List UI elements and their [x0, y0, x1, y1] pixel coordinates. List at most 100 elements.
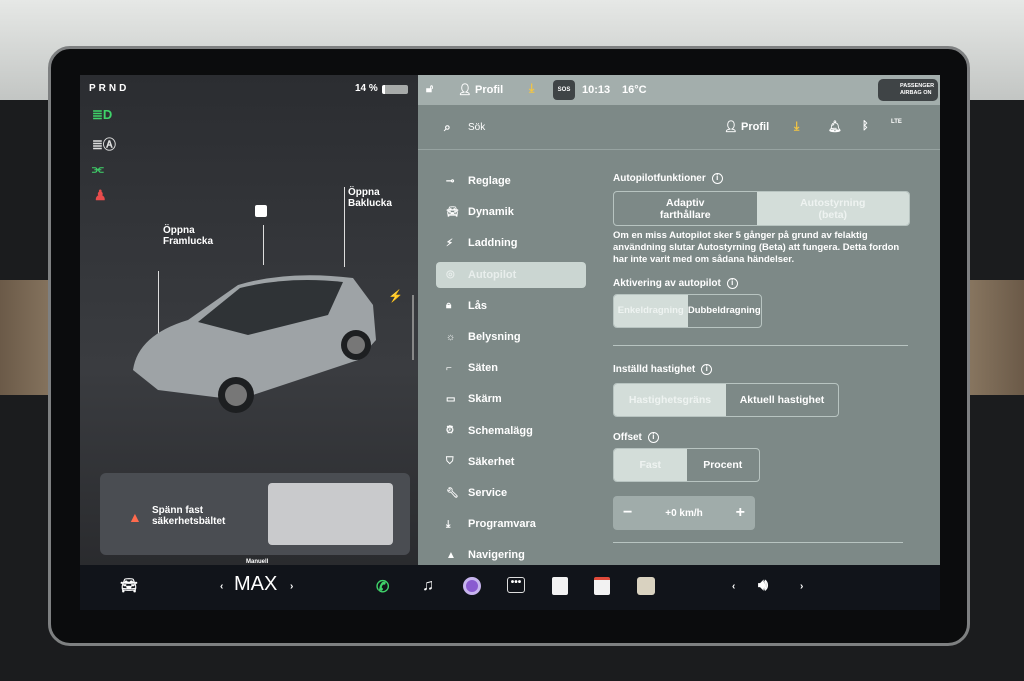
- car-icon: 🚘︎: [446, 206, 459, 218]
- download-icon[interactable]: ⤓: [794, 119, 799, 134]
- charge-port-icon[interactable]: ⚡: [388, 289, 403, 303]
- lock-icon[interactable]: 🔓︎: [426, 83, 433, 96]
- menu-item-label: Schemalägg: [468, 424, 533, 437]
- menu-item-3[interactable]: ◎ Autopilot: [436, 261, 586, 288]
- gear-indicator: PRND: [89, 83, 130, 94]
- bell-icon[interactable]: 🔔︎: [828, 120, 842, 133]
- passenger-airbag-indicator: PASSENGER AIRBAG ON: [878, 79, 938, 101]
- activation-label: Aktivering av autopilot i: [613, 278, 738, 289]
- features-selector: Adaptiv farthållare Autostyrning (beta): [613, 191, 910, 226]
- profile-status-button[interactable]: 👤︎ Profil: [458, 83, 503, 96]
- scrollbar[interactable]: [412, 295, 414, 360]
- open-frunk-button[interactable]: Öppna Framlucka: [163, 225, 233, 247]
- outside-temperature: 16°C: [622, 84, 647, 96]
- menu-item-10[interactable]: 🔧︎ Service: [436, 480, 586, 506]
- menu-item-label: Dynamik: [468, 206, 514, 219]
- bolt-icon: ⚡︎: [446, 237, 454, 249]
- info-icon[interactable]: i: [647, 432, 659, 443]
- volume-icon[interactable]: 🔊︎: [758, 577, 768, 595]
- callout-line: [263, 225, 264, 265]
- volume-increase-button[interactable]: ›: [800, 581, 803, 592]
- fog-light-icon: ⫘: [92, 161, 104, 176]
- offset-label: Offset i: [613, 432, 659, 443]
- profile-label: Profil: [741, 121, 770, 133]
- search-icon[interactable]: ⌕: [444, 120, 451, 135]
- menu-item-9[interactable]: ⛉ Säkerhet: [436, 449, 586, 475]
- more-apps-icon[interactable]: •••: [507, 577, 525, 593]
- plus-button[interactable]: +: [736, 504, 745, 522]
- offset-stepper: − +0 km/h +: [613, 496, 755, 530]
- shield-icon: ⛉: [446, 456, 454, 468]
- profile-button[interactable]: 👤︎ Profil: [724, 120, 769, 133]
- open-trunk-button[interactable]: Öppna Baklucka: [348, 187, 408, 209]
- menu-item-11[interactable]: ⤓ Programvara: [436, 511, 586, 537]
- option-speed-limit[interactable]: Hastighetsgräns: [614, 384, 726, 416]
- menu-item-label: Säkerhet: [468, 455, 515, 468]
- phone-icon[interactable]: ✆: [376, 577, 389, 597]
- menu-item-6[interactable]: ⌐ Säten: [436, 355, 586, 381]
- menu-item-0[interactable]: ⊸ Reglage: [436, 168, 586, 194]
- menu-item-label: Autopilot: [468, 268, 517, 281]
- navigation-icon: ▲: [446, 549, 456, 561]
- unlock-icon[interactable]: [255, 205, 267, 217]
- sos-button[interactable]: SOS: [553, 80, 575, 100]
- music-icon[interactable]: ♫: [422, 577, 434, 595]
- info-icon[interactable]: i: [726, 278, 738, 289]
- camera-icon[interactable]: [463, 577, 481, 595]
- option-percent[interactable]: Procent: [687, 449, 760, 481]
- lock-icon: 🔒︎: [446, 300, 452, 312]
- car-panel: PRND 14 % ≣D ≣Ⓐ ⫘ ♟ Öppna Framlucka Öppn…: [80, 75, 418, 565]
- menu-item-4[interactable]: 🔒︎ Lås: [436, 293, 586, 319]
- label-text: Aktivering av autopilot: [613, 278, 721, 289]
- info-icon[interactable]: i: [701, 364, 713, 375]
- menu-item-2[interactable]: ⚡︎ Laddning: [436, 230, 586, 256]
- menu-item-label: Service: [468, 487, 508, 499]
- download-icon[interactable]: ⤓: [529, 81, 534, 96]
- info-icon[interactable]: i: [711, 173, 723, 184]
- search-input[interactable]: Sök: [468, 122, 485, 133]
- menu-item-1[interactable]: 🚘︎ Dynamik: [436, 199, 586, 225]
- warning-icon: ▲: [128, 509, 142, 525]
- bluetooth-icon[interactable]: ᛒ: [862, 120, 869, 132]
- menu-item-label: Belysning: [468, 331, 521, 343]
- volume-decrease-button[interactable]: ‹: [732, 581, 735, 592]
- menu-item-8[interactable]: ⏰︎ Schemalägg: [436, 418, 586, 444]
- menu-item-label: Navigering: [468, 549, 525, 562]
- minus-button[interactable]: −: [623, 504, 632, 522]
- toybox-icon[interactable]: [637, 577, 655, 595]
- seatbelt-warning-icon: ♟: [94, 187, 107, 203]
- sun-icon: ☼: [446, 331, 456, 343]
- menu-item-label: Programvara: [468, 518, 536, 531]
- option-double-pull[interactable]: Dubbeldragning: [688, 295, 762, 327]
- menu-item-7[interactable]: ▭ Skärm: [436, 386, 586, 412]
- clock-icon: ⏰︎: [446, 425, 454, 437]
- wood-trim: [964, 280, 1024, 395]
- option-adaptive-cruise[interactable]: Adaptiv farthållare: [614, 192, 757, 225]
- calendar-icon[interactable]: [594, 577, 610, 595]
- steering-wheel-icon: ◎: [446, 269, 455, 281]
- option-fixed[interactable]: Fast: [614, 449, 687, 481]
- menu-item-5[interactable]: ☼ Belysning: [436, 324, 586, 350]
- battery-percent: 14 %: [355, 83, 378, 94]
- divider: [613, 345, 908, 346]
- profile-label: Profil: [475, 84, 504, 96]
- divider: [418, 149, 940, 150]
- option-autosteer[interactable]: Autostyrning (beta): [756, 192, 909, 225]
- seatbelt-alert-text: Spänn fast säkerhetsbältet: [152, 505, 226, 527]
- car-icon[interactable]: 🚘︎: [120, 577, 138, 594]
- menu-item-label: Lås: [468, 299, 487, 312]
- option-single-pull[interactable]: Enkeldragning: [614, 295, 688, 327]
- car-image: [133, 275, 376, 413]
- person-icon: 👤︎: [724, 121, 742, 133]
- battery-icon: [382, 85, 408, 94]
- fan-increase-button[interactable]: ›: [290, 581, 293, 592]
- autopilot-warning-text: Om en miss Autopilot sker 5 gånger på gr…: [613, 230, 900, 265]
- option-current-speed[interactable]: Aktuell hastighet: [726, 384, 838, 416]
- fan-speed: MAX: [234, 573, 278, 595]
- menu-item-label: Laddning: [468, 237, 518, 250]
- menu-item-label: Skärm: [468, 393, 502, 406]
- auto-highbeam-icon: ≣Ⓐ: [92, 137, 116, 152]
- notes-icon[interactable]: [552, 577, 568, 595]
- fan-decrease-button[interactable]: ‹: [220, 581, 223, 592]
- set-speed-label: Inställd hastighet i: [613, 364, 713, 375]
